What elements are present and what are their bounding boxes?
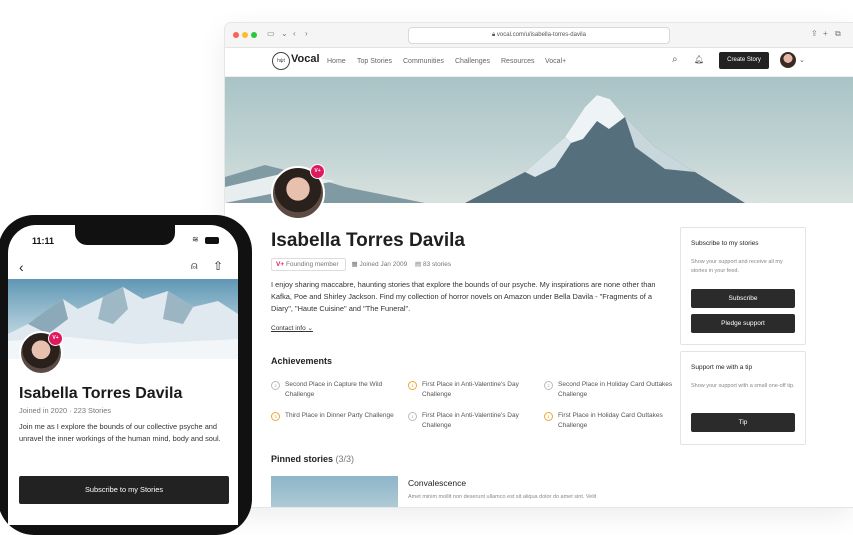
status-time: 11:11 — [32, 236, 55, 246]
story-excerpt: Amet minim mollit non deserunt ullamco e… — [408, 494, 597, 500]
phone-frame: 11:11 ≋ ‹ ⍝ ⇧ V+ Isabella Torres Davila … — [0, 215, 252, 535]
medal-icon: 1 — [408, 381, 417, 390]
story-thumbnail[interactable] — [271, 476, 398, 507]
logo[interactable]: Vocal — [291, 53, 320, 65]
nav-link-top-stories[interactable]: Top Stories — [357, 58, 392, 65]
nav-link-communities[interactable]: Communities — [403, 58, 444, 65]
founding-member-label: Founding member — [285, 261, 339, 268]
forward-icon[interactable]: › — [305, 29, 308, 38]
chevron-down-icon[interactable]: ⌄ — [799, 56, 805, 64]
address-bar-url: vocal.com/u/isabella-torres-davila — [496, 32, 586, 38]
pinned-stories-label: Pinned stories — [271, 454, 334, 464]
profile-meta: V+ Founding member ▦ Joined Jan 2009 ▤ 8… — [271, 258, 452, 271]
chevron-down-icon[interactable]: ⌄ — [281, 29, 288, 38]
contact-info-label: Contact info — [271, 325, 306, 332]
achievements-title: Achievements — [271, 356, 333, 366]
story-title[interactable]: Convalescence — [408, 478, 466, 488]
phone-screen: 11:11 ≋ ‹ ⍝ ⇧ V+ Isabella Torres Davila … — [8, 225, 238, 525]
tip-card-title: Support me with a tip — [691, 364, 753, 371]
address-bar[interactable]: 🔒︎ vocal.com/u/isabella-torres-davila — [408, 27, 670, 44]
search-icon[interactable]: ⌕ — [672, 54, 678, 65]
achievement-text: Second Place in Capture the Wild Challen… — [285, 381, 383, 398]
share-icon[interactable]: ⇪ — [811, 29, 818, 38]
profile-name: Isabella Torres Davila — [271, 230, 465, 251]
subscribe-card-title: Subscribe to my stories — [691, 240, 759, 247]
browser-titlebar: ▭ ⌄ ‹ › 🔒︎ vocal.com/u/isabella-torres-d… — [225, 23, 853, 48]
phone-profile-name: Isabella Torres Davila — [19, 385, 183, 402]
nav-link-challenges[interactable]: Challenges — [455, 58, 490, 65]
contact-info-link[interactable]: Contact info ⌄ — [271, 324, 313, 332]
tip-button[interactable]: Tip — [691, 413, 795, 432]
share-icon[interactable]: ⇧ — [213, 259, 223, 273]
logo-mark[interactable]: hψt — [272, 52, 290, 70]
vocal-plus-badge: V+ — [48, 331, 63, 346]
phone-notch — [75, 225, 175, 245]
medal-icon: 3 — [271, 412, 280, 421]
subscribe-to-stories-button[interactable]: Subscribe to my Stories — [19, 476, 229, 504]
achievement-text: Second Place in Holiday Card Outtakes Ch… — [558, 381, 673, 398]
sidebar-icon[interactable]: ▭ — [267, 29, 275, 38]
joined-date: Joined Jan 2009 — [359, 261, 408, 268]
pinned-stories-title: Pinned stories (3/3) — [271, 454, 354, 464]
nav-link-vocal-plus[interactable]: Vocal+ — [545, 58, 566, 65]
bell-icon[interactable]: 🔔︎ — [694, 55, 704, 64]
new-tab-icon[interactable]: + — [823, 29, 828, 38]
achievement-text: First Place in Anti-Valentine's Day Chal… — [422, 381, 519, 398]
pledge-support-button[interactable]: Pledge support — [691, 314, 795, 333]
tabs-overview-icon[interactable]: ⧉ — [835, 29, 841, 39]
medal-icon: 2 — [271, 381, 280, 390]
zoom-window-button[interactable] — [251, 32, 257, 38]
calendar-icon: ▦ — [351, 261, 358, 268]
achievement-text: Third Place in Dinner Party Challenge — [285, 412, 394, 419]
vocal-plus-icon: V+ — [276, 261, 285, 268]
follow-user-icon[interactable]: ⍝ — [191, 260, 198, 273]
document-icon: ▤ — [415, 261, 422, 268]
lock-icon: 🔒︎ — [492, 32, 496, 38]
pinned-stories-count: (3/3) — [335, 454, 355, 464]
battery-icon — [205, 237, 219, 244]
subscribe-card: Subscribe to my stories Show your suppor… — [680, 227, 806, 345]
phone-profile-bio: Join me as I explore the bounds of our c… — [19, 422, 221, 443]
tip-card-text: Show your support with a small one-off t… — [691, 383, 795, 389]
site-navbar: hψt Vocal Home Top Stories Communities C… — [225, 48, 853, 77]
back-icon[interactable]: ‹ — [19, 259, 24, 275]
chevron-down-icon: ⌄ — [307, 325, 313, 332]
back-icon[interactable]: ‹ — [293, 29, 296, 38]
achievement-text: First Place in Anti-Valentine's Day Chal… — [422, 412, 519, 429]
close-window-button[interactable] — [233, 32, 239, 38]
wifi-icon: ≋ — [192, 235, 199, 244]
subscribe-button[interactable]: Subscribe — [691, 289, 795, 308]
browser-window: ▭ ⌄ ‹ › 🔒︎ vocal.com/u/isabella-torres-d… — [225, 23, 853, 507]
user-avatar[interactable] — [780, 52, 796, 68]
phone-profile-meta: Joined in 2020 · 223 Stories — [19, 406, 112, 415]
medal-icon: 1 — [408, 412, 417, 421]
minimize-window-button[interactable] — [242, 32, 248, 38]
medal-icon: 1 — [544, 412, 553, 421]
achievement-text: First Place in Holiday Card Outtakes Cha… — [558, 412, 663, 429]
nav-link-home[interactable]: Home — [327, 58, 346, 65]
story-count: 83 stories — [422, 261, 452, 268]
nav-link-resources[interactable]: Resources — [501, 58, 534, 65]
create-story-button[interactable]: Create Story — [719, 52, 769, 69]
tip-card: Support me with a tip Show your support … — [680, 351, 806, 445]
profile-bio: I enjoy sharing maccabre, haunting stori… — [271, 280, 656, 313]
founding-member-badge: V+ Founding member — [271, 258, 346, 271]
subscribe-card-text: Show your support and receive all my sto… — [691, 259, 783, 274]
vocal-plus-badge: V+ — [310, 164, 325, 179]
medal-icon: 2 — [544, 381, 553, 390]
